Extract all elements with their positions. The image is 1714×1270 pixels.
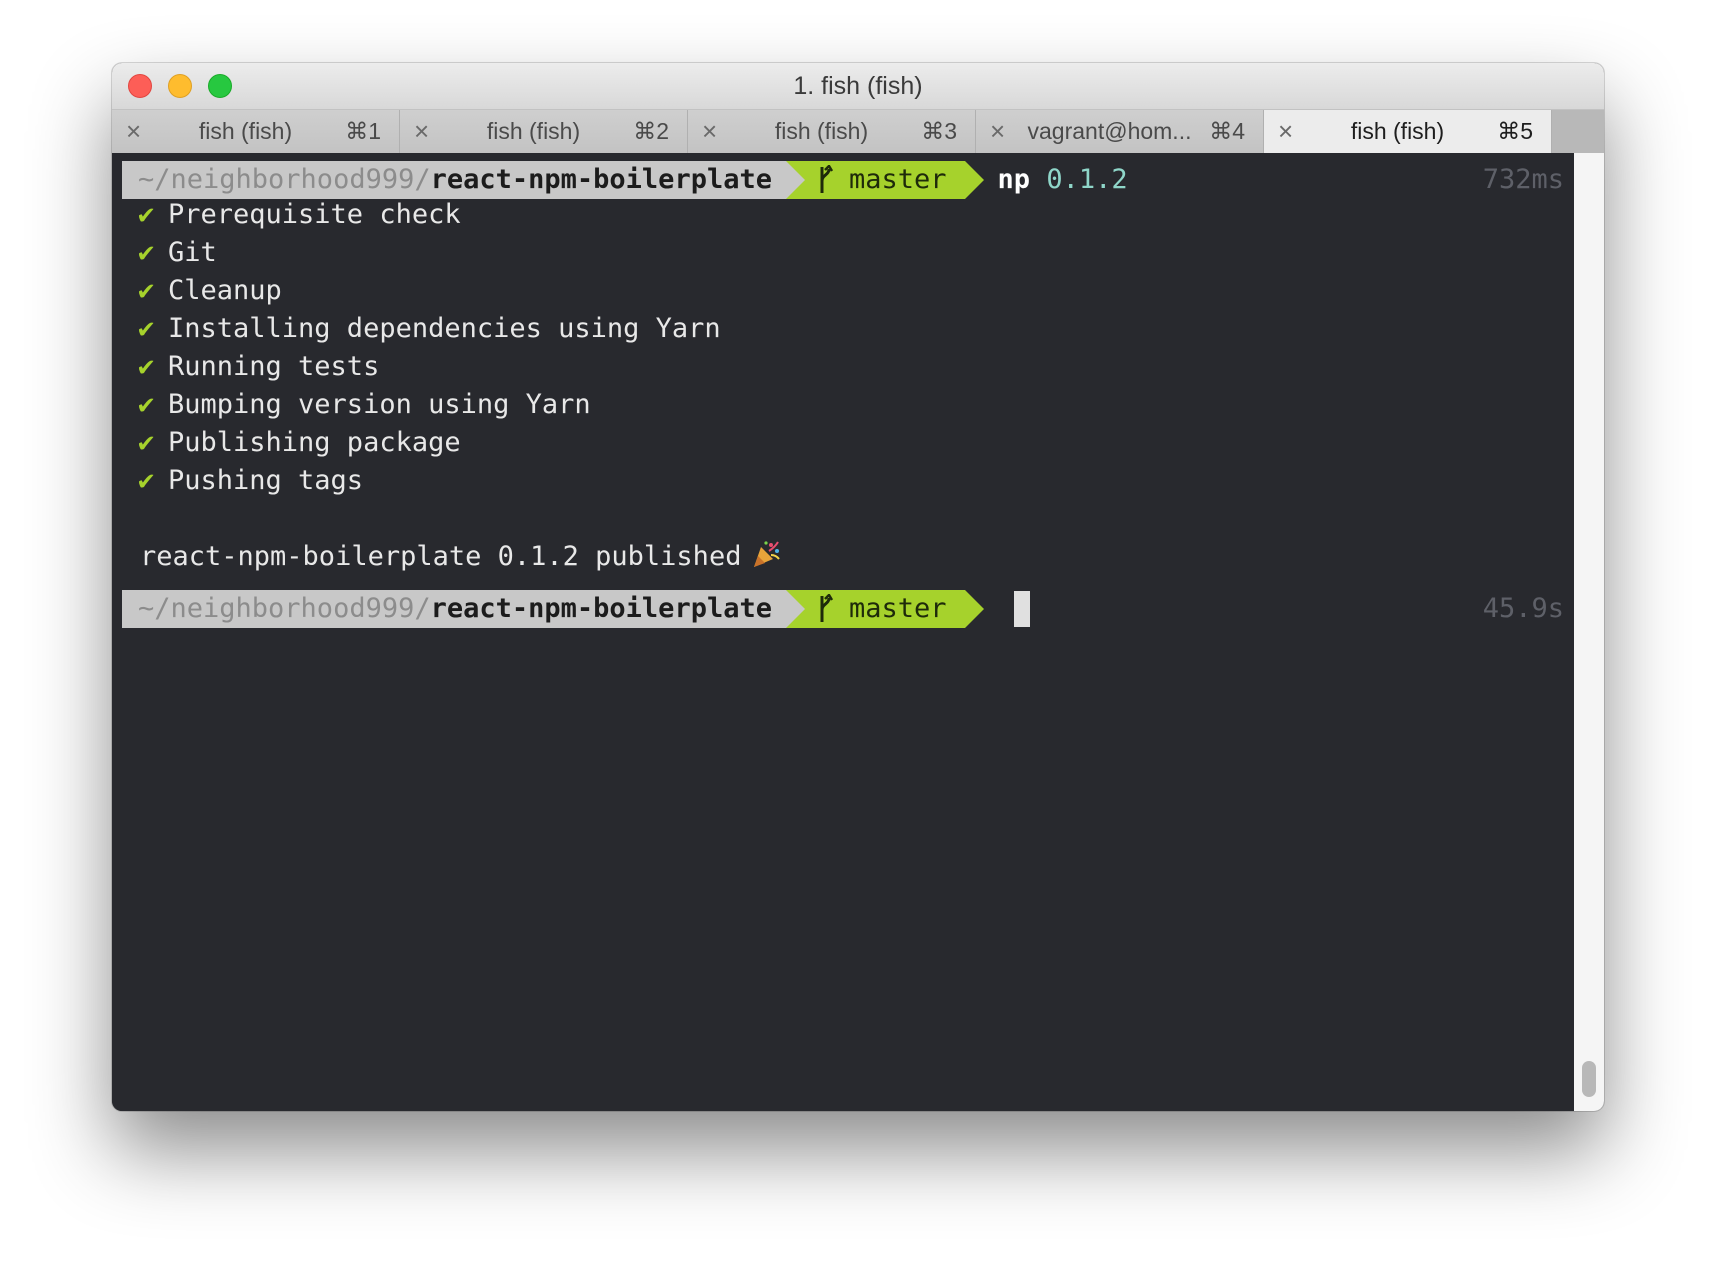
- prompt-branch: master: [804, 590, 965, 628]
- check-icon: ✔: [138, 199, 155, 230]
- tab-3[interactable]: × fish (fish) ⌘3: [688, 110, 976, 153]
- step-text: Installing dependencies using Yarn: [168, 313, 721, 344]
- tab-shortcut: ⌘5: [1497, 118, 1533, 144]
- tab-shortcut: ⌘2: [633, 118, 669, 144]
- tab-label: fish (fish): [1350, 118, 1445, 144]
- tab-label: fish (fish): [486, 118, 581, 144]
- tab-bar: × fish (fish) ⌘1 × fish (fish) ⌘2 × fish…: [112, 110, 1604, 154]
- step-text: Publishing package: [168, 427, 461, 458]
- tab-label: fish (fish): [774, 118, 869, 144]
- check-icon: ✔: [138, 237, 155, 268]
- step-text: Bumping version using Yarn: [168, 389, 591, 420]
- command: np 0.1.2: [998, 161, 1128, 199]
- scroll-thumb[interactable]: [1582, 1061, 1596, 1097]
- command-duration: 45.9s: [1482, 593, 1564, 624]
- window-title: 1. fish (fish): [793, 72, 923, 100]
- path-dir: react-npm-boilerplate: [430, 164, 772, 195]
- prompt-path: ~/neighborhood999/react-npm-boilerplate: [122, 590, 786, 628]
- step-line: ✔ Publishing package: [138, 424, 461, 462]
- branch-name: master: [848, 593, 947, 624]
- command-name: np: [997, 164, 1031, 195]
- git-branch-icon: [820, 165, 833, 193]
- close-icon[interactable]: ×: [702, 110, 717, 153]
- check-icon: ✔: [138, 427, 155, 458]
- step-text: Git: [168, 237, 217, 268]
- tab-label: fish (fish): [198, 118, 293, 144]
- check-icon: ✔: [138, 275, 155, 306]
- check-icon: ✔: [138, 351, 155, 382]
- step-line: ✔ Git: [138, 234, 217, 272]
- step-line: ✔ Installing dependencies using Yarn: [138, 310, 721, 348]
- powerline-separator: [785, 161, 805, 199]
- close-icon[interactable]: ×: [414, 110, 429, 153]
- powerline-separator: [964, 161, 984, 199]
- party-popper-icon: [754, 540, 781, 567]
- title-bar[interactable]: 1. fish (fish): [112, 63, 1604, 110]
- step-text: Prerequisite check: [168, 199, 461, 230]
- path-prefix: ~/neighborhood999/: [138, 164, 431, 195]
- tab-shortcut: ⌘3: [921, 118, 957, 144]
- terminal-output[interactable]: ~/neighborhood999/react-npm-boilerplate …: [112, 153, 1574, 1111]
- step-text: Cleanup: [168, 275, 282, 306]
- terminal-window: 1. fish (fish) × fish (fish) ⌘1 × fish (…: [112, 63, 1604, 1111]
- path-prefix: ~/neighborhood999/: [138, 593, 431, 624]
- check-icon: ✔: [138, 389, 155, 420]
- result-text: react-npm-boilerplate 0.1.2 published: [140, 541, 742, 572]
- prompt-branch: master: [804, 161, 965, 199]
- scrollbar[interactable]: [1574, 153, 1604, 1111]
- tab-label: vagrant@hom...: [1027, 118, 1192, 144]
- powerline-separator: [964, 590, 984, 628]
- close-icon[interactable]: ×: [126, 110, 141, 153]
- tab-1[interactable]: × fish (fish) ⌘1: [112, 110, 400, 153]
- tab-5-active[interactable]: × fish (fish) ⌘5: [1264, 110, 1552, 153]
- tab-shortcut: ⌘1: [345, 118, 381, 144]
- close-icon[interactable]: ×: [990, 110, 1005, 153]
- tab-4[interactable]: × vagrant@hom... ⌘4: [976, 110, 1264, 153]
- step-text: Pushing tags: [168, 465, 364, 496]
- check-icon: ✔: [138, 465, 155, 496]
- text-cursor[interactable]: [1013, 591, 1030, 627]
- step-line: ✔ Prerequisite check: [138, 196, 461, 234]
- tab-2[interactable]: × fish (fish) ⌘2: [400, 110, 688, 153]
- publish-result: react-npm-boilerplate 0.1.2 published: [140, 538, 781, 576]
- branch-name: master: [848, 164, 947, 195]
- prompt-line: ~/neighborhood999/react-npm-boilerplate …: [122, 161, 1128, 199]
- step-line: ✔ Bumping version using Yarn: [138, 386, 591, 424]
- prompt-line: ~/neighborhood999/react-npm-boilerplate …: [122, 590, 1030, 628]
- check-icon: ✔: [138, 313, 155, 344]
- prompt-path: ~/neighborhood999/react-npm-boilerplate: [122, 161, 786, 199]
- step-text: Running tests: [168, 351, 380, 382]
- powerline-separator: [785, 590, 805, 628]
- step-line: ✔ Pushing tags: [138, 462, 363, 500]
- path-dir: react-npm-boilerplate: [430, 593, 772, 624]
- git-branch-icon: [820, 594, 833, 622]
- tab-shortcut: ⌘4: [1209, 118, 1245, 144]
- tab-bar-filler: [1552, 110, 1604, 153]
- close-icon[interactable]: ×: [1278, 110, 1293, 153]
- step-line: ✔ Cleanup: [138, 272, 282, 310]
- command-arg: 0.1.2: [1046, 164, 1128, 195]
- step-line: ✔ Running tests: [138, 348, 379, 386]
- command-duration: 732ms: [1482, 164, 1564, 195]
